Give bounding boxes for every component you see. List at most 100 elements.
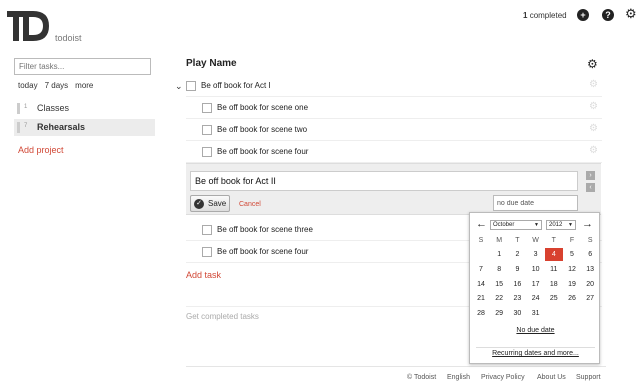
prev-month-arrow-icon[interactable]: ← xyxy=(476,219,487,230)
calendar-day[interactable]: 30 xyxy=(508,307,526,320)
recurring-dates-link[interactable]: Recurring dates and more... xyxy=(470,350,601,357)
calendar-day[interactable]: 6 xyxy=(581,248,599,261)
task-text[interactable]: Be off book for scene one xyxy=(217,103,308,112)
task-gear-icon[interactable]: ⚙ xyxy=(589,79,598,90)
footer-divider xyxy=(186,366,606,367)
indent-left-icon[interactable]: ‹ xyxy=(586,183,595,192)
calendar-day[interactable]: 28 xyxy=(472,307,490,320)
due-date-input[interactable] xyxy=(493,195,578,211)
calendar-day[interactable]: 26 xyxy=(563,292,581,305)
task-checkbox[interactable] xyxy=(202,147,212,157)
task-gear-icon[interactable]: ⚙ xyxy=(589,123,598,134)
calendar-day[interactable]: 16 xyxy=(508,278,526,291)
dropdown-arrow-icon: ▼ xyxy=(534,222,539,228)
quick-7-days[interactable]: 7 days xyxy=(45,81,69,90)
quick-filters: today 7 days more xyxy=(18,81,100,90)
year-value: 2012 xyxy=(549,222,563,228)
weekday-header: S xyxy=(587,237,593,244)
calendar-day[interactable]: 25 xyxy=(545,292,563,305)
calendar-day[interactable]: 1 xyxy=(490,248,508,261)
quick-more[interactable]: more xyxy=(75,81,93,90)
task-text[interactable]: Be off book for Act I xyxy=(201,81,271,90)
cancel-link[interactable]: Cancel xyxy=(239,201,261,208)
footer-link-about[interactable]: About Us xyxy=(537,374,566,381)
weekday-header: F xyxy=(569,237,575,244)
project-indent: 7 xyxy=(24,123,28,129)
no-due-date-link[interactable]: No due date xyxy=(470,327,601,334)
calendar-day[interactable]: 2 xyxy=(508,248,526,261)
task-text[interactable]: Be off book for scene four xyxy=(217,147,308,156)
weekday-header: S xyxy=(478,237,484,244)
date-picker: ← October ▼ 2012 ▼ → S M T W T F S 1 2 3 4 5 6 7 8 9 10 11 1… xyxy=(469,212,600,364)
calendar-day[interactable]: 9 xyxy=(508,263,526,276)
calendar-day[interactable]: 19 xyxy=(563,278,581,291)
footer-link-privacy[interactable]: Privacy Policy xyxy=(481,374,525,381)
month-select[interactable]: October ▼ xyxy=(490,220,542,230)
task-checkbox[interactable] xyxy=(202,103,212,113)
task-checkbox[interactable] xyxy=(186,81,196,91)
calendar-day[interactable]: 8 xyxy=(490,263,508,276)
get-completed-link[interactable]: Get completed tasks xyxy=(186,312,259,321)
weekday-header: T xyxy=(515,237,520,244)
calendar-day[interactable]: 13 xyxy=(581,263,599,276)
calendar-day[interactable]: 23 xyxy=(508,292,526,305)
footer-link-english[interactable]: English xyxy=(447,374,470,381)
next-month-arrow-icon[interactable]: → xyxy=(582,219,593,230)
calendar-day[interactable]: 12 xyxy=(563,263,581,276)
footer-link-support[interactable]: Support xyxy=(576,374,601,381)
filter-input[interactable] xyxy=(14,58,151,75)
project-name: Classes xyxy=(37,103,70,113)
calendar-day[interactable]: 20 xyxy=(581,278,599,291)
plus-icon[interactable]: + xyxy=(577,9,589,21)
calendar-day[interactable]: 7 xyxy=(472,263,490,276)
calendar-day[interactable]: 31 xyxy=(527,307,545,320)
calendar-day[interactable]: 14 xyxy=(472,278,490,291)
task-row[interactable]: Be off book for scene two ⚙ xyxy=(186,119,602,141)
completed-label: completed xyxy=(529,11,567,20)
calendar-day[interactable]: 24 xyxy=(527,292,545,305)
task-checkbox[interactable] xyxy=(202,225,212,235)
task-text[interactable]: Be off book for scene four xyxy=(217,247,308,256)
sidebar-item-classes[interactable]: 1 Classes xyxy=(14,100,155,117)
indent-right-icon[interactable]: › xyxy=(586,171,595,180)
calendar-day[interactable]: 15 xyxy=(490,278,508,291)
year-select[interactable]: 2012 ▼ xyxy=(546,220,576,230)
completed-count[interactable]: 1 completed xyxy=(523,11,567,20)
calendar-day[interactable]: 10 xyxy=(527,263,545,276)
task-text[interactable]: Be off book for scene three xyxy=(217,225,313,234)
quick-today[interactable]: today xyxy=(18,81,38,90)
list-title: Play Name xyxy=(186,58,237,69)
calendar-divider xyxy=(476,347,595,348)
month-value: October xyxy=(493,222,515,228)
task-row[interactable]: Be off book for Act I ⚙ xyxy=(186,75,602,97)
task-edit-input[interactable] xyxy=(190,171,578,191)
question-icon[interactable]: ? xyxy=(602,9,614,21)
gear-icon[interactable]: ⚙ xyxy=(625,7,637,21)
task-editor: › ‹ ✓ Save Cancel xyxy=(186,163,601,215)
task-text[interactable]: Be off book for scene two xyxy=(217,125,307,134)
calendar-day-selected[interactable]: 4 xyxy=(544,248,563,261)
calendar-day[interactable]: 11 xyxy=(545,263,563,276)
list-gear-icon[interactable]: ⚙ xyxy=(587,58,598,70)
task-checkbox[interactable] xyxy=(202,125,212,135)
add-task-link[interactable]: Add task xyxy=(186,270,221,280)
task-row[interactable]: Be off book for scene four ⚙ xyxy=(186,141,602,163)
task-gear-icon[interactable]: ⚙ xyxy=(589,145,598,156)
weekday-header: T xyxy=(551,237,556,244)
calendar-day[interactable]: 29 xyxy=(490,307,508,320)
calendar-day[interactable]: 27 xyxy=(581,292,599,305)
add-project-link[interactable]: Add project xyxy=(18,145,64,155)
task-checkbox[interactable] xyxy=(202,247,212,257)
task-row[interactable]: Be off book for scene one ⚙ xyxy=(186,97,602,119)
save-button[interactable]: ✓ Save xyxy=(190,195,230,212)
calendar-day[interactable]: 3 xyxy=(527,248,545,261)
calendar-day[interactable]: 22 xyxy=(490,292,508,305)
calendar-day[interactable]: 18 xyxy=(545,278,563,291)
calendar-day[interactable]: 5 xyxy=(563,248,581,261)
task-gear-icon[interactable]: ⚙ xyxy=(589,101,598,112)
collapse-chevron-icon[interactable]: ⌄ xyxy=(175,81,183,92)
calendar-day[interactable]: 21 xyxy=(472,292,490,305)
sidebar-item-rehearsals[interactable]: 7 Rehearsals xyxy=(14,119,155,136)
calendar-day[interactable]: 17 xyxy=(527,278,545,291)
project-indent: 1 xyxy=(24,104,28,110)
